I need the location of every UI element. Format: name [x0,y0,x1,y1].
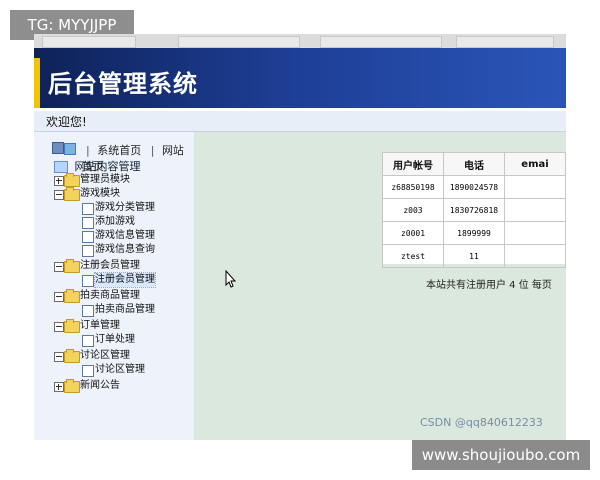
table-cell [504,244,566,268]
admin-window: 后台管理系统 欢迎您! | 系统首页 | 网站首页 网站内容管理 管理员模块 游… [34,48,566,440]
document-icon [82,275,94,287]
tree-node-label: 讨论区管理 [80,350,130,361]
table-row: z68850198 1890024578 [382,175,566,199]
folder-icon [64,187,80,201]
system-home-link[interactable]: 系统首页 [97,144,141,157]
member-table-wrapper: 用户帐号 电话 emai z68850198 1890024578 z003 1… [382,152,566,268]
tree-node-label: 订单处理 [95,334,135,345]
tree-node-label: 游戏信息查询 [95,244,155,255]
document-icon [82,245,94,257]
tree-node-label: 新闻公告 [80,380,120,391]
tree-node-label: 游戏信息管理 [95,230,155,241]
tree-node-label: 注册会员管理 [94,272,156,288]
document-icon [82,203,94,215]
document-icon [82,217,94,229]
sidebar-mini-icons [52,142,78,155]
folder-icon [64,319,80,333]
collapse-icon[interactable] [54,292,64,302]
browser-tab-4[interactable] [456,36,554,48]
folder-icon [64,173,80,187]
main-content: 用户帐号 电话 emai z68850198 1890024578 z003 1… [194,132,566,440]
mouse-cursor-icon [225,270,237,288]
document-icon [82,335,94,347]
tree-node-label: 游戏分类管理 [95,202,155,213]
table-header-row: 用户帐号 电话 emai [382,152,566,176]
tree-node-label: 讨论区管理 [95,364,145,375]
home-icon [52,142,64,154]
table-cell: 1890024578 [443,175,505,199]
table-cell [504,221,566,245]
member-count-text: 本站共有注册用户 4 位 每页 [426,280,552,291]
table-cell: z0001 [382,221,444,245]
csdn-watermark: CSDN @qq840612233 [420,416,543,429]
folder-icon [64,259,80,273]
folder-icon [64,379,80,393]
member-table: 用户帐号 电话 emai z68850198 1890024578 z003 1… [382,152,566,268]
tree-node-label: 添加游戏 [95,216,135,227]
table-cell [504,175,566,199]
tree-node-label: 拍卖商品管理 [80,290,140,301]
table-row: ztest 11 [382,244,566,268]
site-watermark: www.shoujioubo.com [412,440,590,470]
tree-node-label: 管理员模块 [80,174,130,185]
plus-icon [64,143,76,155]
tree-node-label: 注册会员管理 [80,260,140,271]
table-row: z003 1830726818 [382,198,566,222]
document-icon [82,231,94,243]
folder-icon [64,349,80,363]
app-header: 后台管理系统 [34,48,566,108]
table-cell: 11 [443,244,505,268]
table-cell: 1899999 [443,221,505,245]
document-icon [82,305,94,317]
header-accent [34,58,40,108]
folder-icon [64,289,80,303]
document-icon [82,365,94,377]
tree-root[interactable]: 网站内容管理 [54,158,141,174]
tree-root-label: 网站内容管理 [74,160,141,173]
welcome-text: 欢迎您! [46,115,87,129]
table-cell: z003 [382,198,444,222]
collapse-icon[interactable] [54,322,64,332]
table-cell: z68850198 [382,175,444,199]
collapse-icon[interactable] [54,262,64,272]
table-cell: 1830726818 [443,198,505,222]
browser-tab-3[interactable] [320,36,442,48]
table-header: emai [504,152,566,176]
table-cell: ztest [382,244,444,268]
expand-icon[interactable] [54,382,64,392]
sidebar: | 系统首页 | 网站首页 网站内容管理 管理员模块 游戏模块 游戏分类管理 添… [34,132,194,440]
table-header: 用户帐号 [382,152,444,176]
browser-tab-strip [34,34,566,49]
tree-node-label: 拍卖商品管理 [95,304,155,315]
home-icon [54,161,68,173]
page-title: 后台管理系统 [48,70,198,98]
browser-tab-2[interactable] [178,36,300,48]
table-header: 电话 [443,152,505,176]
browser-tab-1[interactable] [42,36,136,48]
table-cell [504,198,566,222]
tree-node-label: 订单管理 [80,320,120,331]
collapse-icon[interactable] [54,352,64,362]
expand-icon[interactable] [54,176,64,186]
welcome-bar: 欢迎您! [34,111,566,132]
collapse-icon[interactable] [54,190,64,200]
table-row: z0001 1899999 [382,221,566,245]
tree-node-label: 游戏模块 [80,188,120,199]
